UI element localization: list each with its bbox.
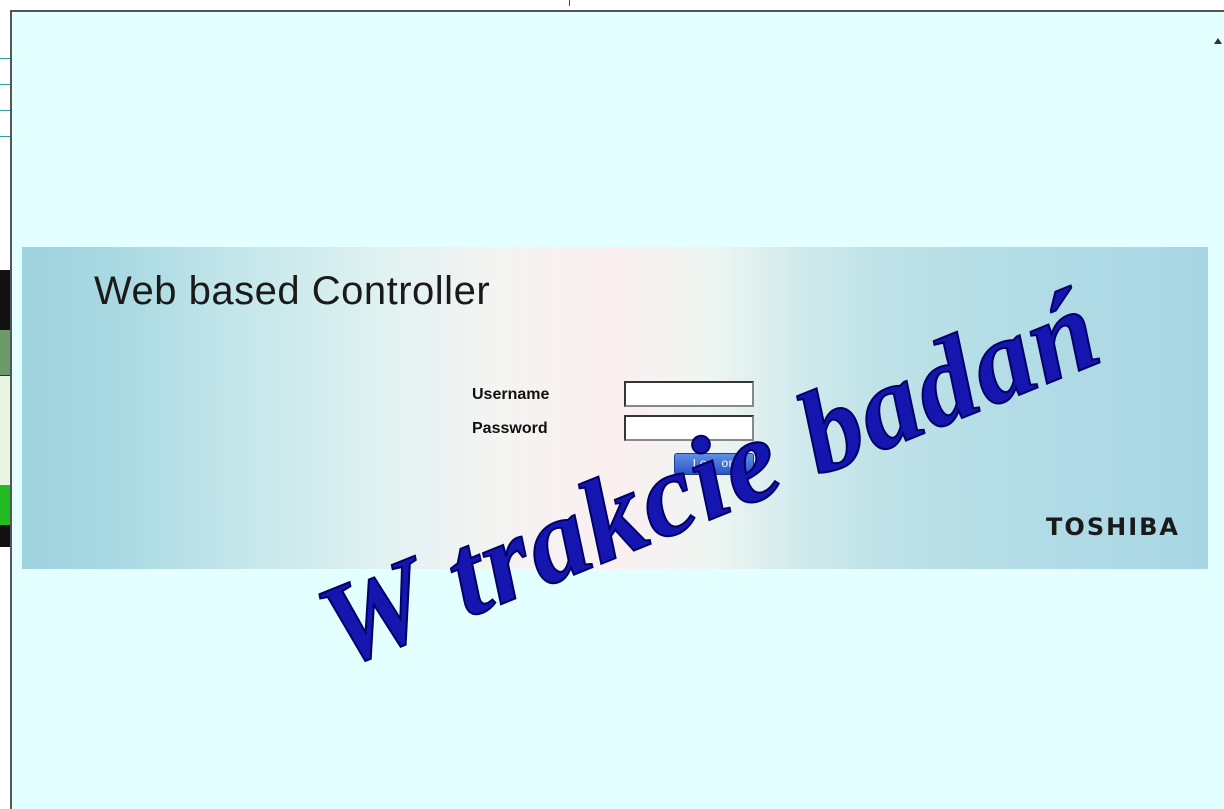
background-window-edge-line	[0, 58, 10, 59]
password-label: Password	[472, 420, 548, 437]
background-window-tick	[569, 0, 570, 6]
screenshot-stage: Web based Controller Username Password L…	[0, 0, 1224, 809]
background-window-edge-line	[0, 110, 10, 111]
username-label: Username	[472, 386, 550, 403]
background-window-edge-line	[0, 84, 10, 85]
toshiba-logo: TOSHIBA	[1046, 513, 1180, 541]
background-window-edge-line	[0, 136, 10, 137]
page-title: Web based Controller	[94, 269, 491, 313]
scroll-up-icon[interactable]	[1214, 18, 1224, 44]
